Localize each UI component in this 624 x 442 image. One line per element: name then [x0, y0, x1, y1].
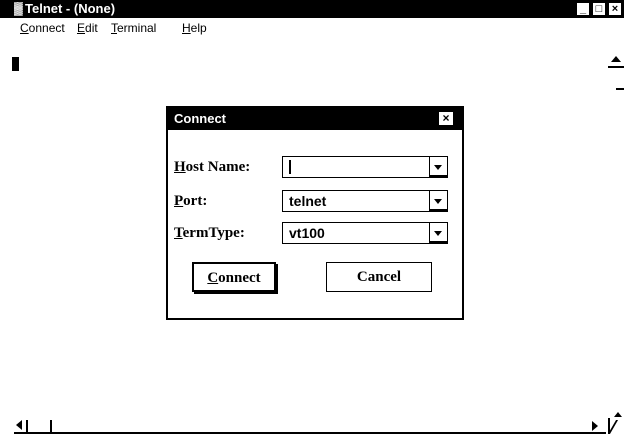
cancel-button[interactable]: Cancel: [326, 262, 432, 292]
vertical-scrollbar[interactable]: [606, 56, 624, 94]
dialog-close-button[interactable]: ×: [438, 111, 454, 126]
termtype-value: vt100: [289, 225, 325, 241]
host-name-label: Host Name:: [174, 159, 251, 175]
horizontal-scrollbar[interactable]: [0, 410, 624, 442]
menu-connect[interactable]: Connect: [20, 20, 65, 36]
scroll-right-button[interactable]: [588, 412, 624, 434]
termtype-combobox[interactable]: vt100: [282, 222, 448, 244]
termtype-label: TermType:: [174, 225, 245, 241]
scroll-up-arrow-icon[interactable]: [611, 56, 621, 62]
port-dropdown-button[interactable]: [429, 191, 447, 211]
menu-bar: Connect Edit Terminal Help: [0, 18, 624, 38]
close-button[interactable]: ×: [608, 2, 622, 16]
port-combobox[interactable]: telnet: [282, 190, 448, 212]
scroll-thumb-left-edge: [26, 420, 28, 432]
scroll-left-button[interactable]: [16, 420, 54, 434]
dialog-title: Connect: [174, 111, 226, 126]
dropdown-shadow: [430, 209, 447, 211]
chevron-down-icon: [434, 165, 442, 170]
resize-grip-icon[interactable]: [607, 420, 624, 434]
menu-edit[interactable]: Edit: [77, 20, 98, 36]
chevron-down-icon: [434, 199, 442, 204]
terminal-cursor: [12, 57, 19, 71]
menu-terminal[interactable]: Terminal: [111, 20, 156, 36]
scroll-down-arrow-icon[interactable]: [614, 412, 622, 417]
chevron-down-icon: [434, 231, 442, 236]
scroll-thumb-right-edge: [50, 420, 52, 432]
host-name-combobox[interactable]: [282, 156, 448, 178]
scroll-left-arrow-icon: [16, 420, 22, 430]
connect-button[interactable]: Connect: [192, 262, 276, 292]
scrollbar-baseline: [14, 432, 606, 434]
port-label: Port:: [174, 193, 208, 209]
telnet-app-icon[interactable]: ▓: [14, 2, 23, 15]
menu-help[interactable]: Help: [182, 20, 207, 36]
termtype-dropdown-button[interactable]: [429, 223, 447, 243]
text-caret: [289, 160, 291, 174]
connect-dialog: Connect × Host Name: Port: telnet TermTy…: [166, 106, 464, 320]
minimize-button[interactable]: _: [576, 2, 590, 16]
port-value: telnet: [289, 193, 327, 209]
host-name-dropdown-button[interactable]: [429, 157, 447, 177]
title-bar: ▓ Telnet - (None) _ □ ×: [0, 0, 624, 18]
dropdown-shadow: [430, 241, 447, 243]
dropdown-shadow: [430, 175, 447, 177]
scrollbar-track-edge: [616, 88, 624, 90]
scrollbar-thumb[interactable]: [608, 66, 624, 68]
window-title: Telnet - (None): [25, 1, 116, 16]
maximize-button[interactable]: □: [592, 2, 606, 16]
scroll-right-arrow-icon: [592, 421, 598, 431]
dialog-title-bar: Connect ×: [168, 108, 462, 130]
